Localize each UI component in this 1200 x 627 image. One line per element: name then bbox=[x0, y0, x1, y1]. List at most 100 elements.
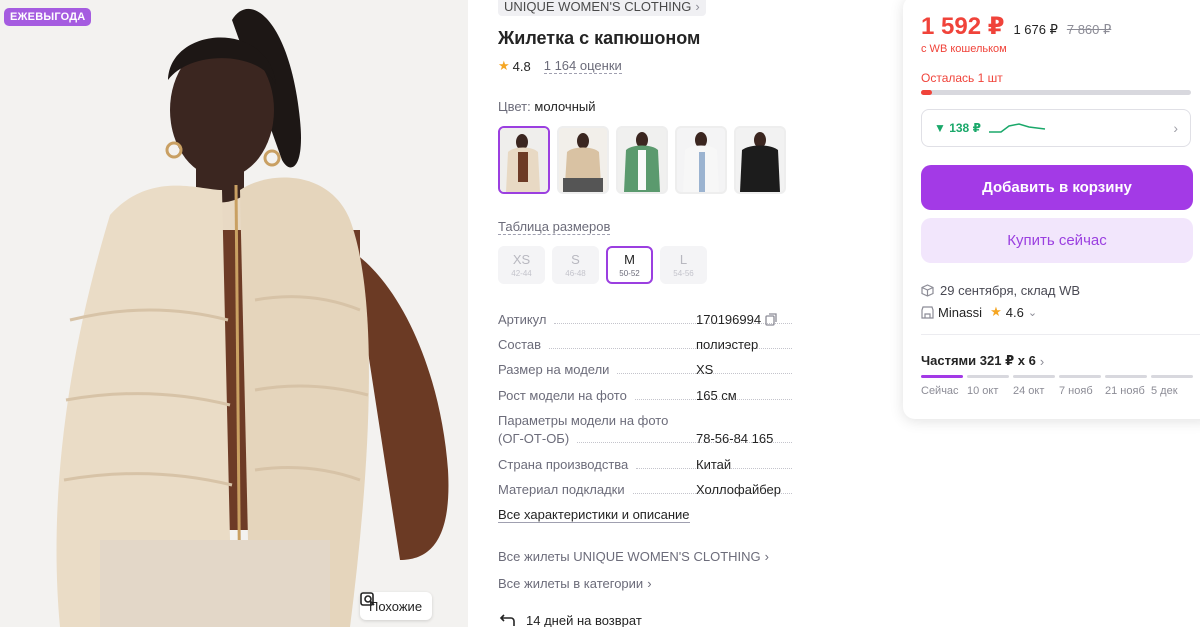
seller-name: Minassi bbox=[938, 304, 983, 320]
spec-row: Состав полиэстер bbox=[498, 337, 798, 353]
category-link[interactable]: Все жилеты в категории › bbox=[498, 576, 652, 591]
brand-link[interactable]: UNIQUE WOMEN'S CLOTHING › bbox=[498, 0, 706, 16]
spec-row: Параметры модели на фото bbox=[498, 413, 798, 428]
size-option-selected[interactable]: M 50-52 bbox=[606, 246, 653, 284]
delivery-info: 29 сентября, склад WB bbox=[921, 283, 1080, 298]
chevron-right-icon: › bbox=[1173, 120, 1178, 136]
similar-button[interactable]: Похожие bbox=[360, 592, 433, 620]
size-label: XS bbox=[512, 251, 531, 267]
price-drop: ▼ 138 ₽ bbox=[934, 121, 981, 135]
spec-value: 78-56-84 165 bbox=[696, 431, 774, 446]
spec-key: Страна производства bbox=[498, 457, 629, 472]
price-row: 1 592 ₽ 1 676 ₽ 7 860 ₽ bbox=[921, 12, 1111, 41]
stock-bar bbox=[921, 90, 1191, 95]
brand-name: UNIQUE WOMEN'S CLOTHING bbox=[504, 0, 692, 14]
stock-left: Осталась 1 шт bbox=[921, 71, 1003, 85]
size-option[interactable]: XS 42-44 bbox=[498, 246, 545, 284]
spec-value: Холлофайбер bbox=[696, 482, 781, 497]
size-option[interactable]: L 54-56 bbox=[660, 246, 707, 284]
color-label-text: Цвет: bbox=[498, 99, 531, 114]
color-swatch[interactable] bbox=[498, 126, 550, 194]
spec-row: Материал подкладки Холлофайбер bbox=[498, 482, 798, 498]
color-swatches bbox=[498, 126, 786, 194]
delivery-label: 29 сентября, склад WB bbox=[940, 283, 1081, 298]
size-selector: XS 42-44 S 46-48 M 50-52 L 54-56 bbox=[498, 246, 707, 284]
regular-price: 1 676 ₽ bbox=[1013, 22, 1058, 37]
box-icon bbox=[921, 284, 934, 297]
spec-row: Рост модели на фото 165 см bbox=[498, 388, 798, 404]
chevron-right-icon: › bbox=[764, 549, 769, 564]
chevron-right-icon: › bbox=[647, 576, 652, 591]
spec-value: 165 см bbox=[696, 388, 737, 403]
spec-key: Материал подкладки bbox=[498, 482, 625, 497]
wallet-price: 1 592 ₽ bbox=[921, 13, 1005, 40]
spec-key: Размер на модели bbox=[498, 362, 610, 377]
installments-label: Частями 321 ₽ х 6 bbox=[921, 353, 1036, 368]
similar-label: Похожие bbox=[369, 598, 423, 614]
spec-value: Китай bbox=[696, 457, 732, 472]
buy-now-button[interactable]: Купить сейчас bbox=[921, 218, 1193, 263]
color-value: молочный bbox=[534, 99, 596, 114]
seller-rating: 4.6 bbox=[1005, 304, 1024, 320]
product-title: Жилетка с капюшоном bbox=[498, 28, 701, 48]
old-price: 7 860 ₽ bbox=[1066, 22, 1112, 37]
color-swatch[interactable] bbox=[734, 126, 786, 194]
rating-value: 4.8 bbox=[512, 58, 531, 74]
price-history-button[interactable]: ▼ 138 ₽ › bbox=[921, 109, 1191, 147]
spec-value: полиэстер bbox=[696, 337, 759, 352]
model-illustration bbox=[0, 0, 468, 627]
brand-category-link[interactable]: Все жилеты UNIQUE WOMEN'S CLOTHING › bbox=[498, 549, 769, 564]
return-policy[interactable]: 14 дней на возврат bbox=[498, 613, 642, 627]
size-range: 46-48 bbox=[565, 268, 586, 278]
size-label: L bbox=[679, 251, 688, 267]
chevron-right-icon: › bbox=[695, 0, 700, 14]
seller-info[interactable]: Minassi ★ 4.6 ⌄ bbox=[921, 304, 1037, 320]
similar-search-icon bbox=[360, 592, 375, 606]
purchase-card: 1 592 ₽ 1 676 ₽ 7 860 ₽ с WB кошельком О… bbox=[903, 0, 1200, 419]
installments-link[interactable]: Частями 321 ₽ х 6 › bbox=[921, 353, 1044, 369]
size-label: S bbox=[571, 251, 580, 267]
add-to-cart-button[interactable]: Добавить в корзину bbox=[921, 165, 1193, 210]
spec-row: Страна производства Китай bbox=[498, 457, 798, 473]
all-specs-link[interactable]: Все характеристики и описание bbox=[498, 507, 690, 523]
color-swatch[interactable] bbox=[557, 126, 609, 194]
article-number: 170196994 bbox=[696, 312, 762, 327]
size-option[interactable]: S 46-48 bbox=[552, 246, 599, 284]
color-swatch[interactable] bbox=[675, 126, 727, 194]
size-table-link[interactable]: Таблица размеров bbox=[498, 219, 611, 235]
spec-row: Артикул 170196994 bbox=[498, 312, 798, 328]
chevron-right-icon: › bbox=[1039, 353, 1045, 369]
link-label: Все жилеты в категории bbox=[498, 576, 644, 591]
spec-key: Артикул bbox=[498, 312, 547, 327]
return-label: 14 дней на возврат bbox=[526, 613, 642, 627]
price-trend-sparkline bbox=[988, 123, 1046, 133]
spec-key: (ОГ-ОТ-ОБ) bbox=[498, 431, 570, 446]
installment-date: 10 окт bbox=[967, 385, 999, 397]
star-icon: ★ bbox=[990, 304, 1002, 319]
wallet-note: с WB кошельком bbox=[921, 43, 1007, 55]
installment-progress bbox=[921, 375, 1193, 378]
size-label: M bbox=[624, 251, 635, 267]
rating: ★ 4.8 1 164 оценки bbox=[498, 58, 622, 74]
star-icon: ★ bbox=[498, 58, 510, 73]
size-range: 42-44 bbox=[511, 268, 532, 278]
promo-badge: ЕЖЕВЫГОДА bbox=[4, 8, 92, 26]
installment-date: 21 нояб bbox=[1105, 385, 1145, 397]
color-swatch[interactable] bbox=[616, 126, 668, 194]
spec-value: 170196994 bbox=[696, 312, 778, 327]
product-photo[interactable]: ЕЖЕВЫГОДА Похожие bbox=[0, 0, 468, 627]
size-range: 54-56 bbox=[673, 268, 694, 278]
spec-key: Состав bbox=[498, 337, 542, 352]
link-label: Все жилеты UNIQUE WOMEN'S CLOTHING bbox=[498, 549, 761, 564]
spec-row: Размер на модели XS bbox=[498, 362, 798, 378]
installment-date: 5 дек bbox=[1151, 385, 1178, 397]
size-range: 50-52 bbox=[619, 268, 640, 278]
divider bbox=[921, 334, 1200, 335]
chevron-down-icon: ⌄ bbox=[1027, 306, 1038, 319]
return-arrow-icon bbox=[499, 613, 515, 626]
spec-key: Рост модели на фото bbox=[498, 388, 627, 403]
copy-icon[interactable] bbox=[765, 313, 778, 326]
installment-date: Сейчас bbox=[921, 385, 959, 397]
reviews-link[interactable]: 1 164 оценки bbox=[543, 58, 622, 74]
installment-dates: Сейчас 10 окт 24 окт 7 нояб 21 нояб 5 де… bbox=[921, 385, 1197, 397]
